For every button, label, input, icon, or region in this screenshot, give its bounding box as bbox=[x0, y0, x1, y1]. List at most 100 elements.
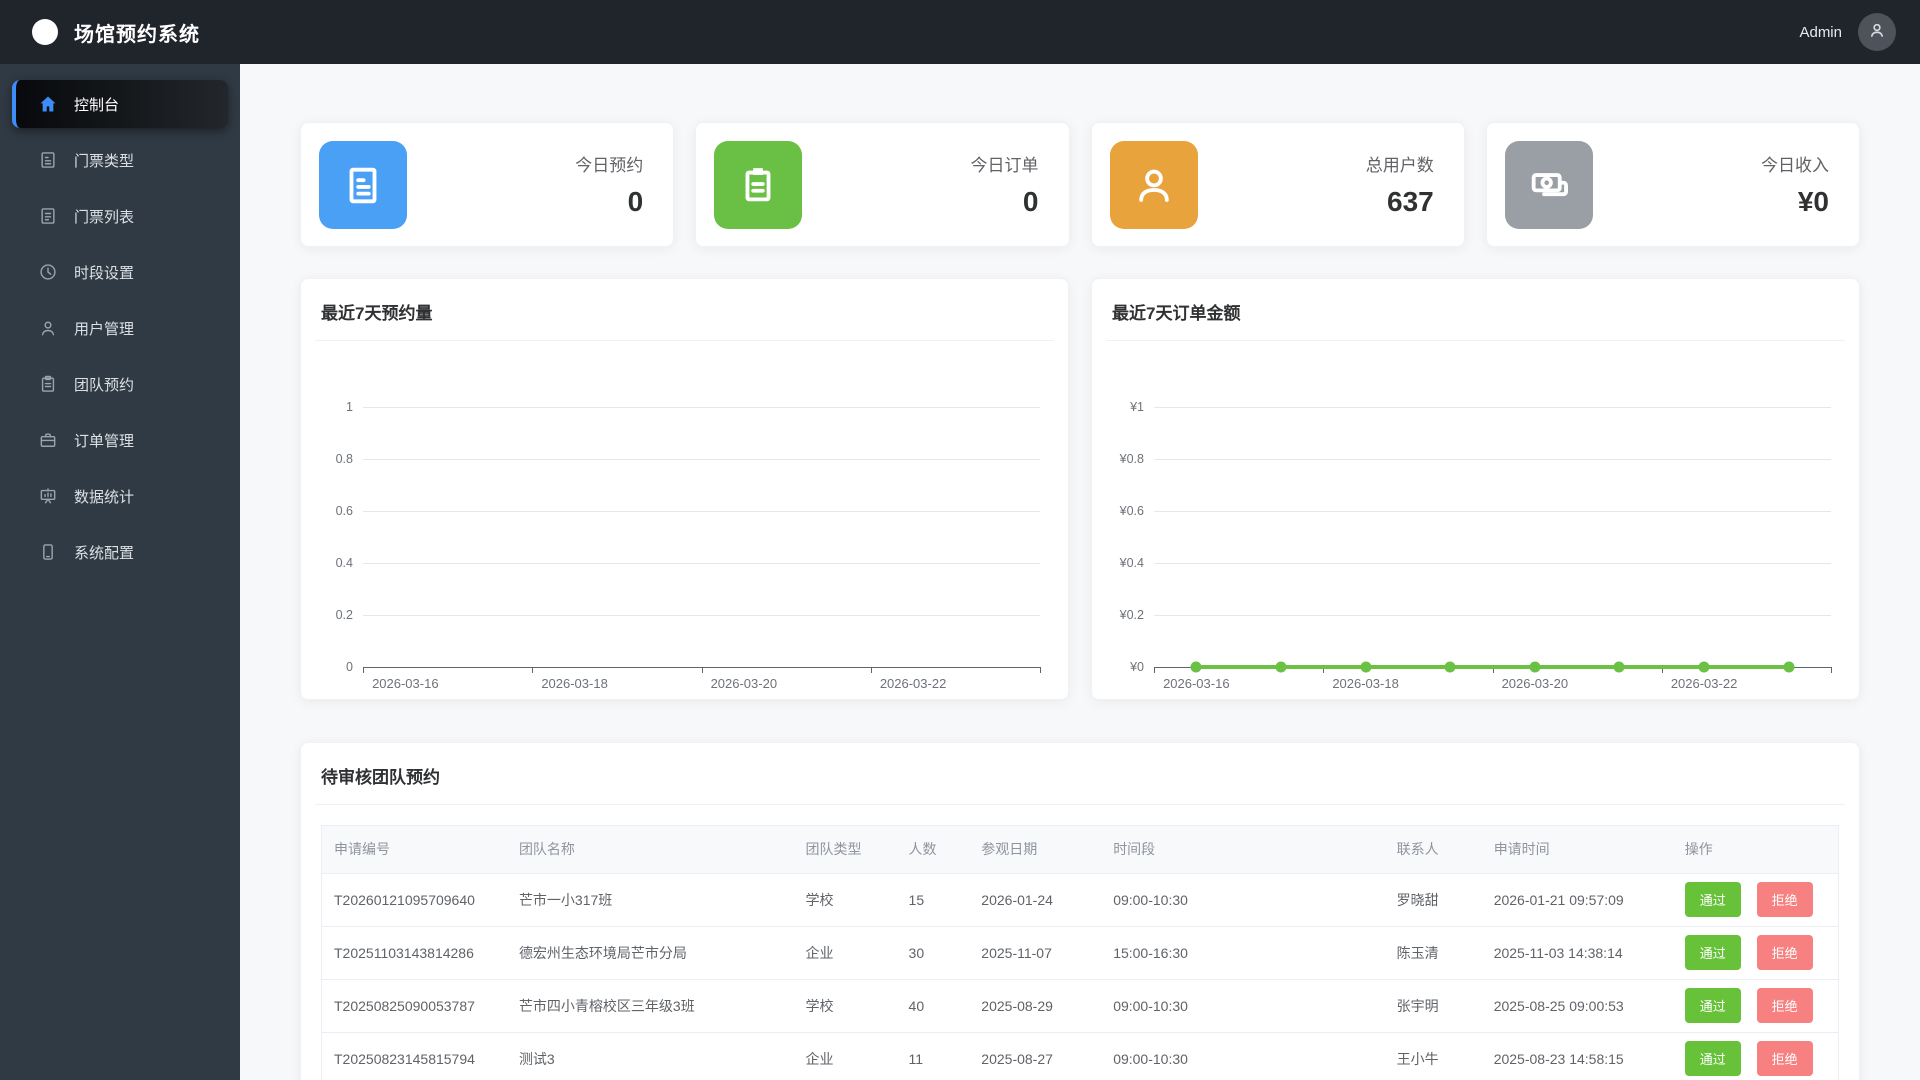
reject-button[interactable]: 拒绝 bbox=[1756, 882, 1813, 917]
y-tick-label: 1 bbox=[346, 400, 353, 414]
cell-team-name: 芒市四小青榕校区三年级3班 bbox=[506, 979, 794, 1033]
stat-value: 0 bbox=[627, 186, 644, 217]
sidebar-item-label: 门票类型 bbox=[74, 152, 135, 170]
y-tick-label: 0.2 bbox=[335, 608, 353, 622]
reject-button[interactable]: 拒绝 bbox=[1756, 935, 1813, 970]
gridline bbox=[1154, 563, 1831, 564]
approve-button[interactable]: 通过 bbox=[1684, 988, 1741, 1023]
cell-team-type: 学校 bbox=[793, 873, 897, 927]
home-icon bbox=[38, 94, 58, 114]
stat-card-today-orders: 今日订单 0 bbox=[695, 122, 1070, 247]
sidebar-item-team-booking[interactable]: 团队预约 bbox=[12, 360, 228, 408]
user-name[interactable]: Admin bbox=[1799, 24, 1842, 41]
stat-label: 今日预约 bbox=[575, 156, 644, 175]
cell-actions: 通过 拒绝 bbox=[1672, 1032, 1838, 1080]
cell-team-type: 企业 bbox=[793, 1032, 897, 1080]
x-tick-label: 2026-03-22 bbox=[879, 676, 947, 691]
sidebar-item-ticket-types[interactable]: 门票类型 bbox=[12, 136, 228, 184]
cell-visit-date: 2025-08-29 bbox=[969, 979, 1102, 1033]
col-visit-date: 参观日期 bbox=[969, 826, 1102, 874]
chart-title: 最近7天预约量 bbox=[315, 279, 1054, 341]
sidebar-item-users[interactable]: 用户管理 bbox=[12, 304, 228, 352]
gridline bbox=[1154, 511, 1831, 512]
y-tick-label: 0.8 bbox=[335, 452, 353, 466]
clock-icon bbox=[38, 262, 58, 282]
x-tick-label: 2026-03-22 bbox=[1670, 676, 1738, 691]
user-icon bbox=[1109, 140, 1198, 229]
col-contact: 联系人 bbox=[1384, 826, 1482, 874]
user-management-icon bbox=[38, 318, 58, 338]
x-axis-tick bbox=[870, 667, 872, 673]
cell-contact: 王小牛 bbox=[1384, 1032, 1482, 1080]
charts-row: 最近7天预约量 1 0.8 0.6 0.4 0.2 0 2026-03-16 2026-03-… bbox=[300, 278, 1860, 700]
chart-title: 最近7天订单金额 bbox=[1106, 279, 1845, 341]
approve-button[interactable]: 通过 bbox=[1684, 935, 1741, 970]
cell-apply-id: T20250823145815794 bbox=[322, 1032, 507, 1080]
cell-apply-id: T20260121095709640 bbox=[322, 873, 507, 927]
gridline bbox=[1154, 459, 1831, 460]
sidebar-item-label: 控制台 bbox=[74, 96, 120, 114]
x-tick-label: 2026-03-20 bbox=[1501, 676, 1569, 691]
data-point bbox=[1190, 661, 1202, 673]
bookings-line-chart: 1 0.8 0.6 0.4 0.2 0 2026-03-16 2026-03-18 2026-0… bbox=[336, 400, 1041, 691]
sidebar-item-label: 订单管理 bbox=[74, 432, 135, 450]
gridline bbox=[1154, 407, 1831, 408]
reject-button[interactable]: 拒绝 bbox=[1756, 1041, 1813, 1076]
cell-actions: 通过 拒绝 bbox=[1672, 873, 1838, 927]
y-tick-label: ¥0.2 bbox=[1119, 608, 1144, 622]
table-row: T20250823145815794 测试3 企业 11 2025-08-27 … bbox=[322, 1032, 1838, 1080]
x-axis-tick bbox=[1154, 667, 1155, 673]
stat-cards-row: 今日预约 0 今日订单 0 总用户数 637 今日收入 ¥0 bbox=[300, 122, 1860, 247]
money-icon bbox=[1504, 140, 1593, 229]
cell-apply-id: T20250825090053787 bbox=[322, 979, 507, 1033]
briefcase-icon bbox=[38, 430, 58, 450]
app-logo bbox=[32, 19, 58, 45]
cell-apply-time: 2025-08-25 09:00:53 bbox=[1481, 979, 1673, 1033]
sidebar-item-time-slots[interactable]: 时段设置 bbox=[12, 248, 228, 296]
order-amount-line-chart: ¥1 ¥0.8 ¥0.6 ¥0.4 ¥0.2 ¥0 2026-03-16 2026-03-18… bbox=[1120, 400, 1832, 691]
sidebar-item-label: 系统配置 bbox=[74, 544, 135, 562]
cell-team-name: 芒市一小317班 bbox=[506, 873, 794, 927]
x-axis-tick bbox=[1040, 667, 1041, 673]
gridline bbox=[363, 407, 1040, 408]
stat-card-today-revenue: 今日收入 ¥0 bbox=[1485, 122, 1860, 247]
sidebar-item-ticket-list[interactable]: 门票列表 bbox=[12, 192, 228, 240]
sidebar-item-label: 团队预约 bbox=[74, 376, 135, 394]
sidebar-item-orders[interactable]: 订单管理 bbox=[12, 416, 228, 464]
cell-headcount: 40 bbox=[896, 979, 970, 1033]
cell-contact: 陈玉清 bbox=[1384, 926, 1482, 980]
user-icon bbox=[1867, 20, 1887, 45]
cell-team-type: 企业 bbox=[793, 926, 897, 980]
pending-team-bookings-card: 待审核团队预约 申请编号 团队名称 团队类型 人数 参观日期 时间段 联系人 申… bbox=[300, 742, 1860, 1080]
gridline bbox=[363, 511, 1040, 512]
sidebar-item-label: 门票列表 bbox=[74, 208, 135, 226]
approve-button[interactable]: 通过 bbox=[1684, 1041, 1741, 1076]
cell-time-slot: 09:00-10:30 bbox=[1101, 979, 1385, 1033]
table-row: T20260121095709640 芒市一小317班 学校 15 2026-0… bbox=[322, 873, 1838, 927]
user-avatar[interactable] bbox=[1858, 13, 1896, 51]
col-actions: 操作 bbox=[1672, 826, 1838, 874]
cell-time-slot: 09:00-10:30 bbox=[1101, 873, 1385, 927]
data-point bbox=[1613, 661, 1625, 673]
sidebar-item-system-config[interactable]: 系统配置 bbox=[12, 528, 228, 576]
y-tick-label: 0 bbox=[346, 660, 353, 674]
app-title: 场馆预约系统 bbox=[74, 23, 200, 46]
data-point bbox=[1698, 661, 1710, 673]
x-tick-label: 2026-03-18 bbox=[1332, 676, 1399, 691]
gridline bbox=[1154, 615, 1831, 616]
y-tick-label: ¥0.6 bbox=[1119, 504, 1144, 518]
cell-visit-date: 2025-08-27 bbox=[969, 1032, 1102, 1080]
y-tick-label: ¥0 bbox=[1130, 660, 1144, 674]
table-title: 待审核团队预约 bbox=[315, 743, 1845, 805]
ticket-list-icon bbox=[38, 206, 58, 226]
reject-button[interactable]: 拒绝 bbox=[1756, 988, 1813, 1023]
data-point bbox=[1275, 661, 1287, 673]
x-tick-label: 2026-03-18 bbox=[541, 676, 608, 691]
cell-headcount: 15 bbox=[896, 873, 970, 927]
statistics-board-icon bbox=[38, 486, 58, 506]
sidebar-item-statistics[interactable]: 数据统计 bbox=[12, 472, 228, 520]
cell-time-slot: 09:00-10:30 bbox=[1101, 1032, 1385, 1080]
gridline bbox=[363, 563, 1040, 564]
sidebar-item-dashboard[interactable]: 控制台 bbox=[12, 80, 228, 128]
approve-button[interactable]: 通过 bbox=[1684, 882, 1741, 917]
